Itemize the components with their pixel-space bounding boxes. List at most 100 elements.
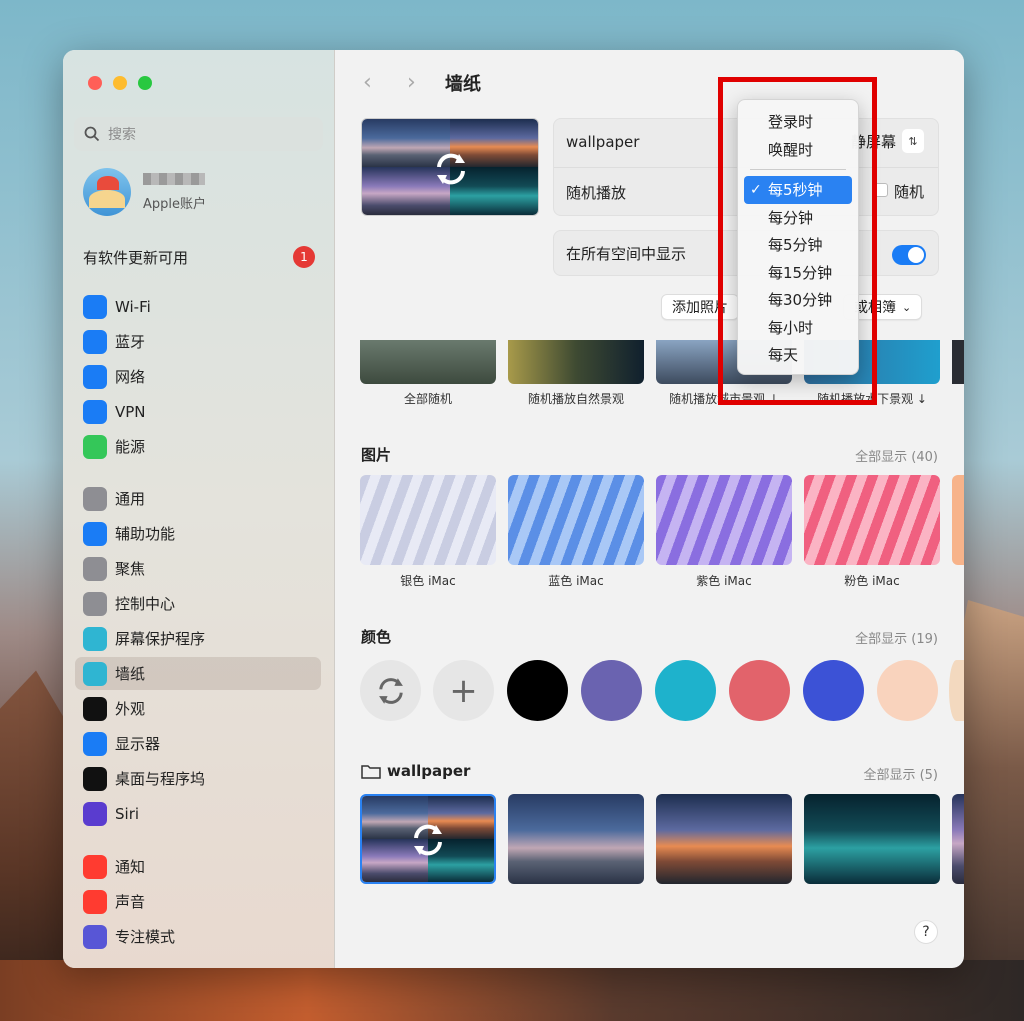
sidebar-item-label: VPN xyxy=(115,402,146,421)
color-swatch[interactable] xyxy=(729,660,790,721)
sidebar-item-10[interactable]: 墙纸 xyxy=(75,657,321,690)
highlight-annotation-box xyxy=(718,77,877,405)
shuffle-cycle-icon xyxy=(437,153,465,185)
close-button[interactable] xyxy=(88,76,102,90)
folder-thumb[interactable] xyxy=(656,794,792,884)
sidebar-item-11[interactable]: 外观 xyxy=(75,692,321,725)
account-name-redacted xyxy=(143,172,205,185)
picture-thumb-partial xyxy=(952,475,964,565)
all-spaces-toggle[interactable] xyxy=(892,245,926,265)
sidebar-item-label: 能源 xyxy=(115,438,146,456)
zoom-button[interactable] xyxy=(138,76,152,90)
colors-show-all[interactable]: 全部显示 (19) xyxy=(855,628,938,647)
sidebar-item-8[interactable]: 控制中心 xyxy=(75,587,321,620)
sidebar-item-5[interactable]: 通用 xyxy=(75,482,321,515)
picture-caption: 蓝色 iMac xyxy=(548,574,604,588)
random-label: 随机 xyxy=(893,183,924,201)
plus-icon: + xyxy=(449,670,478,711)
software-update-label: 有软件更新可用 xyxy=(83,248,189,267)
sidebar-item-label: 蓝牙 xyxy=(115,333,146,351)
flower-icon xyxy=(83,661,107,686)
appearance-icon xyxy=(83,696,107,721)
wallpaper-gallery: 全部随机 随机播放自然景观 随机播放城市景观 ↓ 随机播放水下景观 ↓ 图片 全… xyxy=(335,340,964,968)
dynamic-thumb[interactable] xyxy=(508,340,644,384)
siri-icon xyxy=(83,801,107,826)
magnifier-icon xyxy=(83,556,107,581)
sidebar-item-17[interactable]: 专注模式 xyxy=(75,920,321,953)
update-badge: 1 xyxy=(293,246,315,268)
search-placeholder: 搜索 xyxy=(108,127,136,143)
search-icon xyxy=(84,126,100,142)
color-swatch[interactable] xyxy=(877,660,938,721)
sidebar-item-14[interactable]: Siri xyxy=(75,797,321,830)
folder-thumb[interactable] xyxy=(508,794,644,884)
picture-thumb-silver[interactable] xyxy=(360,475,496,565)
picture-caption: 粉色 iMac xyxy=(844,574,900,588)
dynamic-thumb[interactable] xyxy=(360,340,496,384)
sidebar-item-2[interactable]: 网络 xyxy=(75,360,321,393)
picture-thumb-purple[interactable] xyxy=(656,475,792,565)
sidebar-item-0[interactable]: Wi-Fi xyxy=(75,290,321,323)
sidebar-item-1[interactable]: 蓝牙 xyxy=(75,325,321,358)
minimize-button[interactable] xyxy=(113,76,127,90)
wallpaper-name: wallpaper xyxy=(566,133,640,151)
folder-show-all[interactable]: 全部显示 (5) xyxy=(863,764,938,783)
sidebar-item-12[interactable]: 显示器 xyxy=(75,727,321,760)
globe-icon xyxy=(83,364,107,389)
desktop-background-bottom xyxy=(0,960,1024,1021)
speaker-icon xyxy=(83,889,107,914)
folder-thumb[interactable] xyxy=(804,794,940,884)
sun-icon xyxy=(83,731,107,756)
apple-account[interactable]: Apple账户 xyxy=(83,168,206,216)
refresh-icon xyxy=(378,677,403,704)
pictures-show-all[interactable]: 全部显示 (40) xyxy=(855,446,938,465)
sidebar-item-16[interactable]: 声音 xyxy=(75,885,321,918)
sidebar-item-3[interactable]: VPN xyxy=(75,395,321,428)
add-color-button[interactable]: + xyxy=(433,660,494,721)
dock-icon xyxy=(83,766,107,791)
help-button[interactable]: ? xyxy=(914,920,938,944)
sidebar-item-4[interactable]: 能源 xyxy=(75,430,321,463)
shuffle-colors-button[interactable] xyxy=(360,660,421,721)
color-swatch[interactable] xyxy=(507,660,568,721)
color-swatch[interactable] xyxy=(655,660,716,721)
color-swatch-partial xyxy=(949,660,964,721)
sidebar: 搜索 Apple账户 有软件更新可用 1 Wi-Fi 蓝牙网络 VPN 能源通用辅助功… xyxy=(63,50,335,968)
sidebar-item-label: 通知 xyxy=(115,858,146,876)
sidebar-item-label: 桌面与程序坞 xyxy=(115,770,206,788)
sidebar-item-13[interactable]: 桌面与程序坞 xyxy=(75,762,321,795)
pictures-title: 图片 xyxy=(361,446,392,464)
avatar xyxy=(83,168,131,216)
all-spaces-label: 在所有空间中显示 xyxy=(566,245,687,263)
sidebar-item-6[interactable]: 辅助功能 xyxy=(75,517,321,550)
color-swatch[interactable] xyxy=(803,660,864,721)
sidebar-item-label: 通用 xyxy=(115,490,146,508)
picture-thumb-pink[interactable] xyxy=(804,475,940,565)
color-swatch[interactable] xyxy=(581,660,642,721)
picture-thumb-blue[interactable] xyxy=(508,475,644,565)
gear-icon xyxy=(83,486,107,511)
sidebar-item-label: 屏幕保护程序 xyxy=(115,630,206,648)
bluetooth-icon xyxy=(83,329,107,354)
vpn-globe-icon xyxy=(83,399,107,424)
dynamic-caption: 随机播放自然景观 xyxy=(527,392,624,406)
picture-caption: 紫色 iMac xyxy=(696,574,752,588)
chevron-updown-icon[interactable]: ⇅ xyxy=(902,129,924,153)
sidebar-item-7[interactable]: 聚焦 xyxy=(75,552,321,585)
switches-icon xyxy=(83,591,107,616)
accessibility-icon xyxy=(83,521,107,546)
forward-button[interactable]: › xyxy=(407,70,416,95)
sidebar-item-label: 网络 xyxy=(115,368,146,386)
back-button[interactable]: ‹ xyxy=(363,70,372,95)
shuffle-label: 随机播放 xyxy=(566,184,627,202)
folder-title: wallpaper xyxy=(387,762,471,780)
folder-thumb-selected[interactable] xyxy=(360,794,496,884)
sidebar-item-9[interactable]: 屏幕保护程序 xyxy=(75,622,321,655)
software-update-row[interactable]: 有软件更新可用 1 xyxy=(83,246,315,268)
sidebar-item-label: Siri xyxy=(115,804,140,823)
sidebar-item-label: 外观 xyxy=(115,700,146,718)
sidebar-item-15[interactable]: 通知 xyxy=(75,850,321,883)
folder-header: wallpaper xyxy=(361,762,470,780)
search-input[interactable]: 搜索 xyxy=(74,117,323,151)
sidebar-item-label: 聚焦 xyxy=(115,560,146,578)
